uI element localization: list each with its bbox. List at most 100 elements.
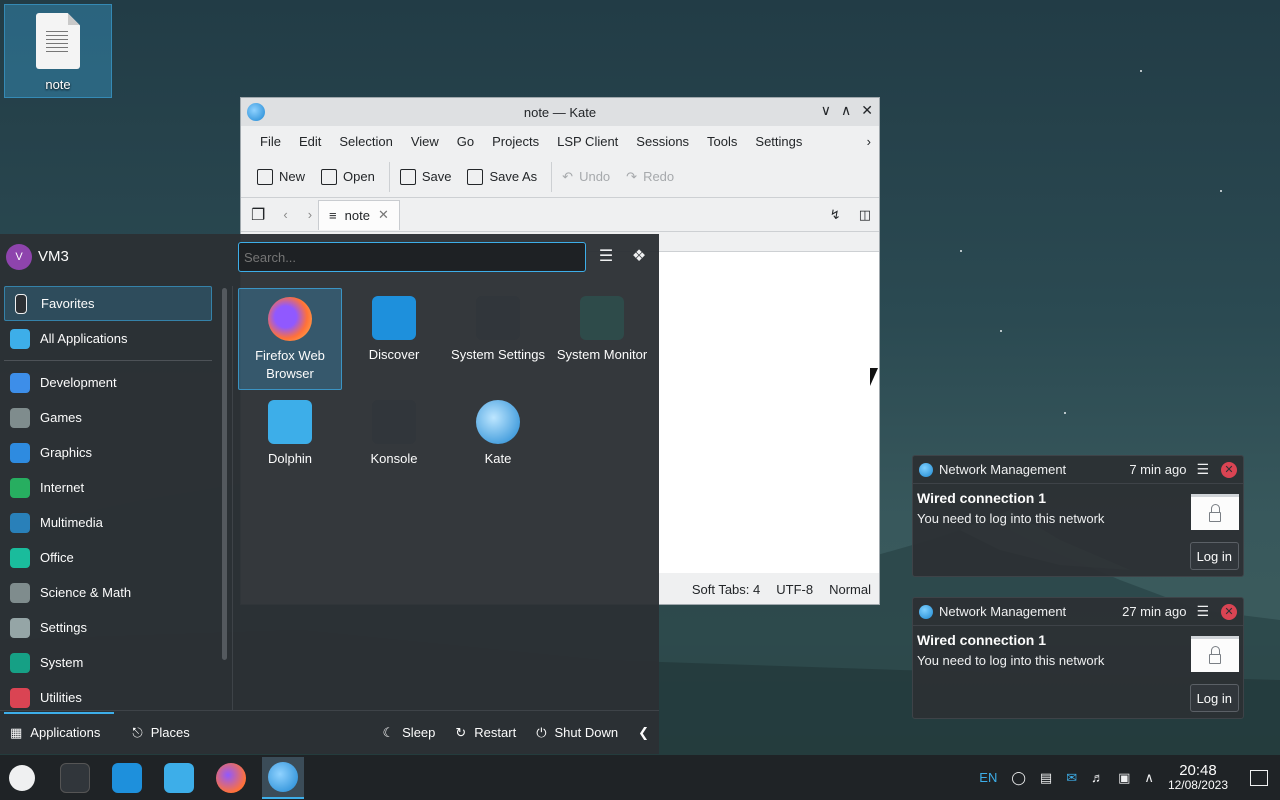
documents-icon[interactable]: ❐ (251, 205, 265, 225)
star (1220, 190, 1222, 192)
close-icon[interactable]: ✕ (1221, 461, 1237, 478)
log-in-button[interactable]: Log in (1189, 684, 1239, 712)
application-launcher-button[interactable] (0, 757, 44, 799)
menu-selection[interactable]: Selection (330, 134, 401, 149)
taskbar-firefox[interactable] (210, 757, 252, 799)
tab-close-icon[interactable]: ✕ (378, 207, 389, 223)
lock-icon (1191, 494, 1239, 530)
app-system-monitor[interactable]: System Monitor (550, 288, 654, 390)
clipboard-icon[interactable]: ▤ (1040, 770, 1052, 786)
category-settings[interactable]: Settings (0, 610, 216, 645)
updates-icon[interactable]: ◯ (1011, 770, 1026, 786)
minimize-icon[interactable]: ∨ (821, 102, 831, 119)
category-all-applications[interactable]: All Applications (0, 321, 216, 356)
category-utilities[interactable]: Utilities (0, 680, 216, 710)
maximize-icon[interactable]: ∧ (841, 102, 851, 119)
chevron-up-icon[interactable]: ∧ (1144, 770, 1154, 786)
category-multimedia[interactable]: Multimedia (0, 505, 216, 540)
desktop-file-note[interactable]: note (4, 4, 112, 98)
search-input[interactable] (238, 242, 586, 272)
undo-button[interactable]: ↶ Undo (556, 169, 620, 185)
star (1140, 70, 1142, 72)
app-discover[interactable]: Discover (342, 288, 446, 390)
menu-projects[interactable]: Projects (483, 134, 548, 149)
taskbar-kate[interactable] (262, 756, 304, 799)
tab-label: note (344, 207, 370, 223)
show-desktop-icon[interactable] (1250, 769, 1268, 786)
save-as-button[interactable]: Save As (461, 168, 547, 185)
keyboard-layout[interactable]: EN (979, 770, 997, 785)
category-system[interactable]: System (0, 645, 216, 680)
category-office[interactable]: Office (0, 540, 216, 575)
digital-clock[interactable]: 20:48 12/08/2023 (1168, 761, 1228, 792)
app-dolphin[interactable]: Dolphin (238, 392, 342, 494)
network-icon[interactable]: ▣ (1118, 770, 1130, 786)
configure-icon[interactable]: ☰ (1196, 461, 1209, 478)
category-development[interactable]: Development (0, 365, 216, 400)
applications-tab[interactable]: ▦ Applications (0, 725, 110, 741)
network-globe-icon (919, 462, 933, 477)
mode-status[interactable]: Normal (829, 582, 871, 597)
log-in-button[interactable]: Log in (1189, 542, 1239, 570)
shopping-bag-icon (372, 296, 416, 340)
redo-button[interactable]: ↷ Redo (620, 169, 684, 185)
taskbar: EN ◯ ▤ ✉ ♬ ▣ ∧ 20:48 12/08/2023 (0, 755, 1280, 800)
titlebar[interactable]: note — Kate ∨ ∧ ✕ (241, 98, 879, 126)
notification-title: Wired connection 1 (917, 490, 1047, 506)
redo-icon: ↷ (626, 168, 638, 184)
indentation-status[interactable]: Soft Tabs: 4 (692, 582, 760, 597)
tabbar: ❐ ‹ › ≡ note ✕ ↯ ◫ (241, 198, 879, 232)
configure-icon[interactable]: ☰ (1196, 603, 1209, 620)
new-label: New (279, 169, 306, 184)
open-button[interactable]: Open (315, 168, 385, 185)
places-tab[interactable]: ⎋ Places (122, 725, 199, 741)
pin-icon[interactable]: ❖ (628, 246, 650, 268)
tab-note[interactable]: ≡ note ✕ (318, 199, 400, 230)
taskbar-dolphin[interactable] (158, 757, 200, 799)
category-scrollbar[interactable] (222, 288, 227, 660)
encoding-status[interactable]: UTF-8 (776, 582, 813, 597)
taskbar-system-settings[interactable] (54, 757, 96, 799)
configure-icon[interactable]: ☰ (595, 246, 617, 268)
new-button[interactable]: New (251, 168, 315, 185)
app-system-settings[interactable]: System Settings (446, 288, 550, 390)
menu-edit[interactable]: Edit (290, 134, 330, 149)
chevron-left-icon[interactable]: ‹ (283, 207, 287, 222)
category-favorites[interactable]: Favorites (4, 286, 212, 321)
menu-sessions[interactable]: Sessions (627, 134, 698, 149)
shopping-bag-icon (112, 762, 142, 793)
close-icon[interactable]: ✕ (1221, 603, 1237, 620)
category-science-math[interactable]: Science & Math (0, 575, 216, 610)
menu-lsp-client[interactable]: LSP Client (548, 134, 627, 149)
menu-settings[interactable]: Settings (746, 134, 811, 149)
avatar[interactable]: V (6, 244, 32, 270)
places-tab-label: Places (150, 725, 190, 740)
close-icon[interactable]: ✕ (861, 102, 873, 119)
save-button[interactable]: Save (394, 168, 462, 185)
chevron-right-icon[interactable]: › (858, 134, 879, 149)
category-graphics[interactable]: Graphics (0, 435, 216, 470)
restart-button[interactable]: ↻ Restart (445, 725, 526, 741)
app-konsole[interactable]: Konsole (342, 392, 446, 494)
menu-tools[interactable]: Tools (698, 134, 746, 149)
sleep-button[interactable]: ☾ Sleep (372, 725, 445, 741)
app-kate[interactable]: Kate (446, 392, 550, 494)
clock-time: 20:48 (1179, 761, 1217, 779)
star (1000, 330, 1002, 332)
chevron-right-icon[interactable]: › (308, 207, 312, 222)
menu-go[interactable]: Go (448, 134, 483, 149)
taskbar-discover[interactable] (106, 757, 148, 799)
notifications-icon[interactable]: ✉ (1066, 770, 1077, 786)
save-as-label: Save As (489, 169, 538, 184)
category-games[interactable]: Games (0, 400, 216, 435)
split-view-icon[interactable]: ◫ (859, 207, 871, 223)
more-power-options-button[interactable]: ❮ (628, 725, 659, 741)
notification-body: You need to log into this network (917, 653, 1105, 668)
quick-open-icon[interactable]: ↯ (830, 207, 841, 223)
app-firefox-web-browser[interactable]: Firefox Web Browser (238, 288, 342, 390)
menu-file[interactable]: File (251, 134, 290, 149)
volume-icon[interactable]: ♬ (1091, 770, 1104, 785)
menu-view[interactable]: View (402, 134, 448, 149)
category-internet[interactable]: Internet (0, 470, 216, 505)
shutdown-button[interactable]: ⏻ Shut Down (526, 725, 628, 741)
